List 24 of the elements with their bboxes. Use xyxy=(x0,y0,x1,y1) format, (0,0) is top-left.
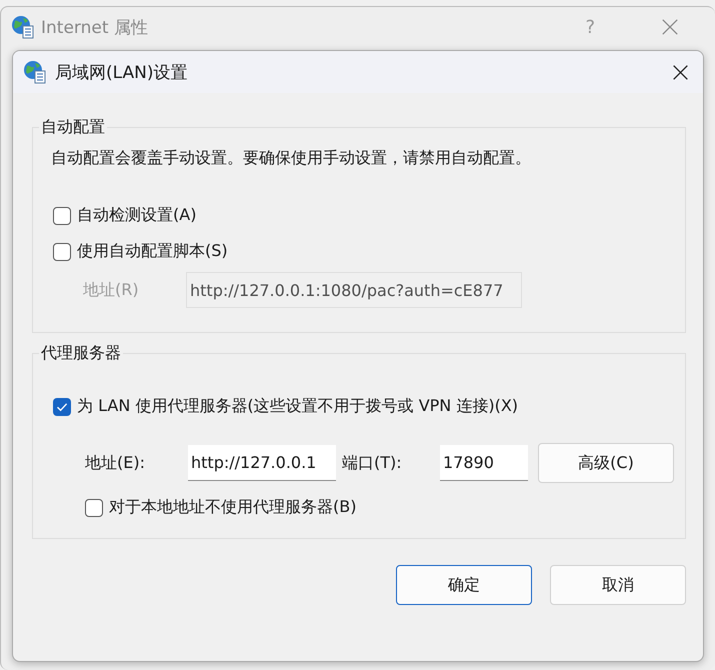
cancel-button[interactable]: 取消 xyxy=(550,565,686,605)
group-title: 自动配置 xyxy=(40,117,106,138)
input-field[interactable]: http://127.0.0.1 xyxy=(188,445,336,481)
checkbox[interactable] xyxy=(53,242,71,260)
group-title: 代理服务器 xyxy=(40,343,122,364)
checkbox-label[interactable]: 使用自动配置脚本(S) xyxy=(77,241,228,262)
field-label: 地址(E): xyxy=(85,452,146,474)
input-field[interactable]: 17890 xyxy=(440,445,528,481)
checkbox-label[interactable]: 为 LAN 使用代理服务器(这些设置不用于拨号或 VPN 连接)(X) xyxy=(77,396,518,417)
close-icon[interactable] xyxy=(672,64,689,80)
globe-icon xyxy=(23,60,47,84)
field-label: 端口(T): xyxy=(342,452,403,474)
description-text: 自动配置会覆盖手动设置。要确保使用手动设置，请禁用自动配置。 xyxy=(51,148,532,169)
checkbox-label[interactable]: 自动检测设置(A) xyxy=(77,205,196,226)
advanced-button[interactable]: 高级(C) xyxy=(538,443,674,483)
window-title: Internet 属性 xyxy=(41,16,148,38)
checkbox-label[interactable]: 对于本地地址不使用代理服务器(B) xyxy=(109,497,356,518)
field-label: 地址(R) xyxy=(83,280,140,300)
checkbox[interactable] xyxy=(85,498,103,516)
checkbox[interactable] xyxy=(53,206,71,224)
dialog-title: 局域网(LAN)设置 xyxy=(55,62,188,84)
checkbox[interactable] xyxy=(53,398,71,416)
ok-button[interactable]: 确定 xyxy=(396,565,532,605)
globe-icon xyxy=(11,15,35,39)
